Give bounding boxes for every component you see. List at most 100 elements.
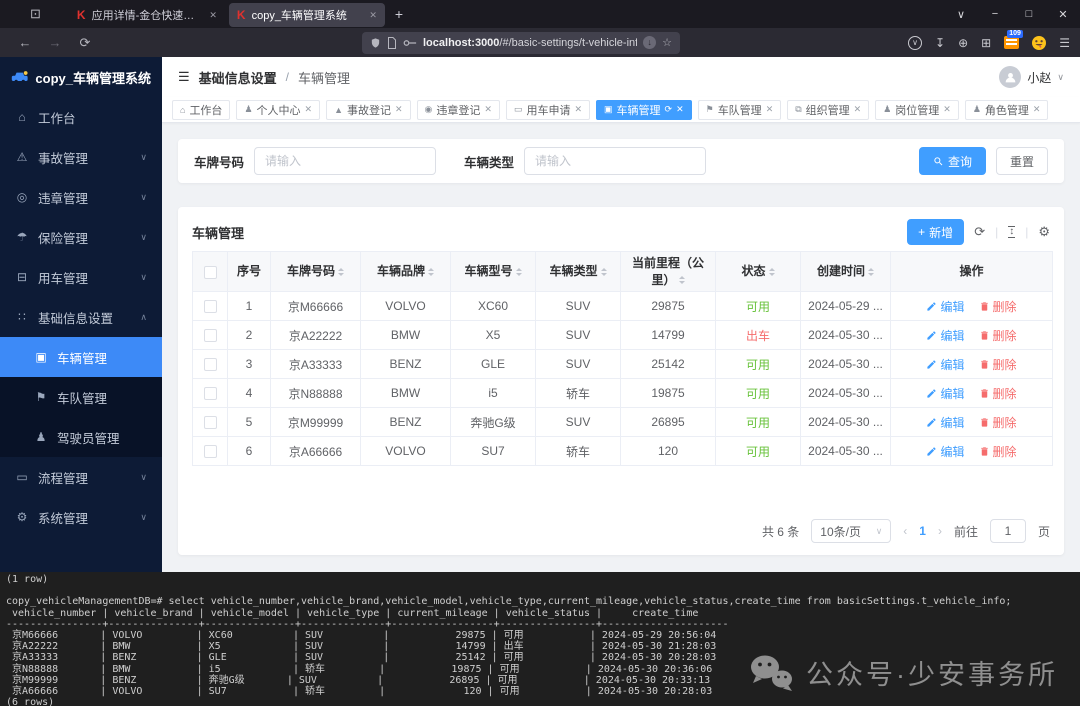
sidebar-item[interactable]: ▣ 车辆管理 — [0, 337, 162, 377]
browser-tab[interactable]: K 应用详情-金仓快速开发与运维 ✕ — [69, 3, 225, 27]
row-checkbox[interactable] — [203, 358, 217, 372]
forward-icon[interactable]: → — [40, 35, 70, 50]
breadcrumb-root[interactable]: 基础信息设置 — [199, 68, 277, 87]
edit-button[interactable]: 编辑 — [926, 327, 965, 344]
column-header[interactable]: 车牌号码 — [270, 251, 361, 292]
tab-chip[interactable]: ⧉ 组织管理 ✕ — [787, 99, 870, 120]
tab-chip[interactable]: ♟ 岗位管理 ✕ — [875, 99, 959, 120]
sidebar-item[interactable]: ☂ 保险管理 ∨ — [0, 217, 162, 257]
reload-icon[interactable]: ⟳ — [70, 35, 100, 51]
column-header[interactable]: 当前里程（公里） — [620, 251, 716, 292]
column-header[interactable] — [192, 251, 228, 292]
tab-chip[interactable]: ♟ 角色管理 ✕ — [964, 99, 1049, 120]
close-icon[interactable]: ✕ — [484, 104, 492, 115]
row-checkbox[interactable] — [203, 329, 217, 343]
tab-chip[interactable]: ▲ 事故登记 ✕ — [326, 99, 411, 120]
sidebar-item[interactable]: ♟ 驾驶员管理 — [0, 417, 162, 457]
edit-button[interactable]: 编辑 — [926, 356, 965, 373]
tab-chip[interactable]: ♟ 个人中心 ✕ — [236, 99, 321, 120]
sort-carets-icon[interactable] — [428, 265, 434, 279]
refresh-icon[interactable]: ⟳ — [974, 224, 985, 240]
back-icon[interactable]: ← — [10, 35, 40, 50]
select-all-checkbox[interactable] — [203, 265, 217, 279]
url-text[interactable]: localhost:3000/#/basic-settings/t-vehicl… — [423, 37, 637, 49]
add-button[interactable]: + 新增 — [907, 219, 965, 245]
minimize-button[interactable]: − — [978, 8, 1012, 20]
menu-hamburger-icon[interactable]: ☰ — [1059, 36, 1070, 50]
new-tab-button[interactable]: + — [395, 6, 403, 22]
maximize-button[interactable]: □ — [1012, 8, 1046, 20]
column-settings-gear-icon[interactable]: ⚙ — [1038, 224, 1050, 240]
bookmark-star-icon[interactable]: ☆ — [662, 36, 672, 49]
row-checkbox[interactable] — [203, 300, 217, 314]
close-icon[interactable]: ✕ — [1033, 104, 1041, 115]
delete-button[interactable]: 删除 — [979, 327, 1017, 344]
extensions-puzzle-icon[interactable]: ⊞ — [981, 36, 991, 50]
close-tab-icon[interactable]: ✕ — [369, 10, 377, 21]
shield-icon[interactable] — [370, 37, 381, 49]
edit-button[interactable]: 编辑 — [926, 385, 965, 402]
plate-number-input[interactable] — [254, 147, 437, 175]
pocket-icon[interactable]: ∨ — [908, 35, 923, 50]
row-checkbox[interactable] — [203, 445, 217, 459]
tab-chip[interactable]: ▣ 车辆管理 ⟳ ✕ — [596, 99, 692, 120]
sidebar-item[interactable]: ▭ 流程管理 ∨ — [0, 457, 162, 497]
sidebar-item[interactable]: ⚠ 事故管理 ∨ — [0, 137, 162, 177]
close-icon[interactable]: ✕ — [766, 104, 774, 115]
terminal-window[interactable]: (1 row) copy_vehicleManagementDB=# selec… — [0, 572, 1080, 706]
delete-button[interactable]: 删除 — [979, 443, 1017, 460]
row-checkbox[interactable] — [203, 416, 217, 430]
close-icon[interactable]: ✕ — [854, 104, 862, 115]
close-icon[interactable]: ✕ — [395, 104, 403, 115]
kingbase-extension-icon[interactable]: 109 — [1004, 30, 1023, 49]
url-bar[interactable]: localhost:3000/#/basic-settings/t-vehicl… — [362, 31, 680, 54]
page-size-select[interactable]: 10条/页 ∨ — [811, 519, 892, 543]
page-action-icon[interactable]: ↓ — [643, 36, 657, 49]
sort-carets-icon[interactable] — [868, 265, 874, 279]
user-menu[interactable]: 小赵 ∨ — [999, 66, 1064, 88]
tab-chip[interactable]: ⚑ 车队管理 ✕ — [697, 99, 782, 120]
sort-carets-icon[interactable] — [515, 265, 522, 279]
page-info-icon[interactable] — [387, 36, 397, 49]
page-number[interactable]: 1 — [919, 524, 926, 538]
refresh-icon[interactable]: ⟳ — [665, 104, 673, 115]
close-window-button[interactable]: ✕ — [1046, 8, 1080, 21]
sidebar-item[interactable]: ⌂ 工作台 — [0, 97, 162, 137]
delete-button[interactable]: 删除 — [979, 356, 1017, 373]
tab-list-chevron-icon[interactable]: ∨ — [944, 8, 978, 21]
delete-button[interactable]: 删除 — [979, 414, 1017, 431]
row-checkbox[interactable] — [203, 387, 217, 401]
edit-button[interactable]: 编辑 — [926, 414, 965, 431]
sort-carets-icon[interactable] — [678, 273, 685, 287]
sidebar-item[interactable]: ⚑ 车队管理 — [0, 377, 162, 417]
column-header[interactable]: 车辆品牌 — [360, 251, 451, 292]
sidebar-item[interactable]: ⚙ 系统管理 ∨ — [0, 497, 162, 537]
delete-button[interactable]: 删除 — [979, 385, 1017, 402]
prev-page-icon[interactable]: ‹ — [903, 524, 907, 538]
firefox-view-icon[interactable]: ⊡ — [30, 6, 41, 22]
column-header[interactable]: 车辆型号 — [450, 251, 536, 292]
sidebar-item[interactable]: ⊟ 用车管理 ∨ — [0, 257, 162, 297]
close-icon[interactable]: ✕ — [305, 104, 313, 115]
globe-extension-icon[interactable]: ⊕ — [958, 36, 968, 50]
browser-tab[interactable]: Kcopy_车辆管理系统 ✕ — [228, 3, 385, 27]
vehicle-type-input[interactable] — [524, 147, 707, 175]
tab-chip[interactable]: ⌂ 工作台 — [172, 99, 231, 120]
tab-chip[interactable]: ◉ 违章登记 ✕ — [416, 99, 500, 120]
tab-chip[interactable]: ▭ 用车申请 ✕ — [505, 99, 590, 120]
query-button[interactable]: 查询 — [918, 147, 986, 175]
edit-button[interactable]: 编辑 — [926, 298, 965, 315]
collapse-sidebar-icon[interactable]: ☰ — [178, 69, 190, 85]
sidebar-item[interactable]: ◎ 违章管理 ∨ — [0, 177, 162, 217]
close-icon[interactable]: ✕ — [574, 104, 582, 115]
sort-carets-icon[interactable] — [600, 265, 607, 279]
sort-carets-icon[interactable] — [338, 265, 344, 279]
close-icon[interactable]: ✕ — [676, 104, 684, 115]
density-icon[interactable]: ↕ — [1008, 226, 1016, 238]
sidebar-item[interactable]: ∷ 基础信息设置 ∧ — [0, 297, 162, 337]
delete-button[interactable]: 删除 — [979, 298, 1017, 315]
goto-page-input[interactable] — [989, 519, 1026, 543]
column-header[interactable]: 状态 — [715, 251, 801, 292]
reset-button[interactable]: 重置 — [995, 147, 1048, 175]
downloads-icon[interactable]: ↧ — [935, 36, 945, 50]
